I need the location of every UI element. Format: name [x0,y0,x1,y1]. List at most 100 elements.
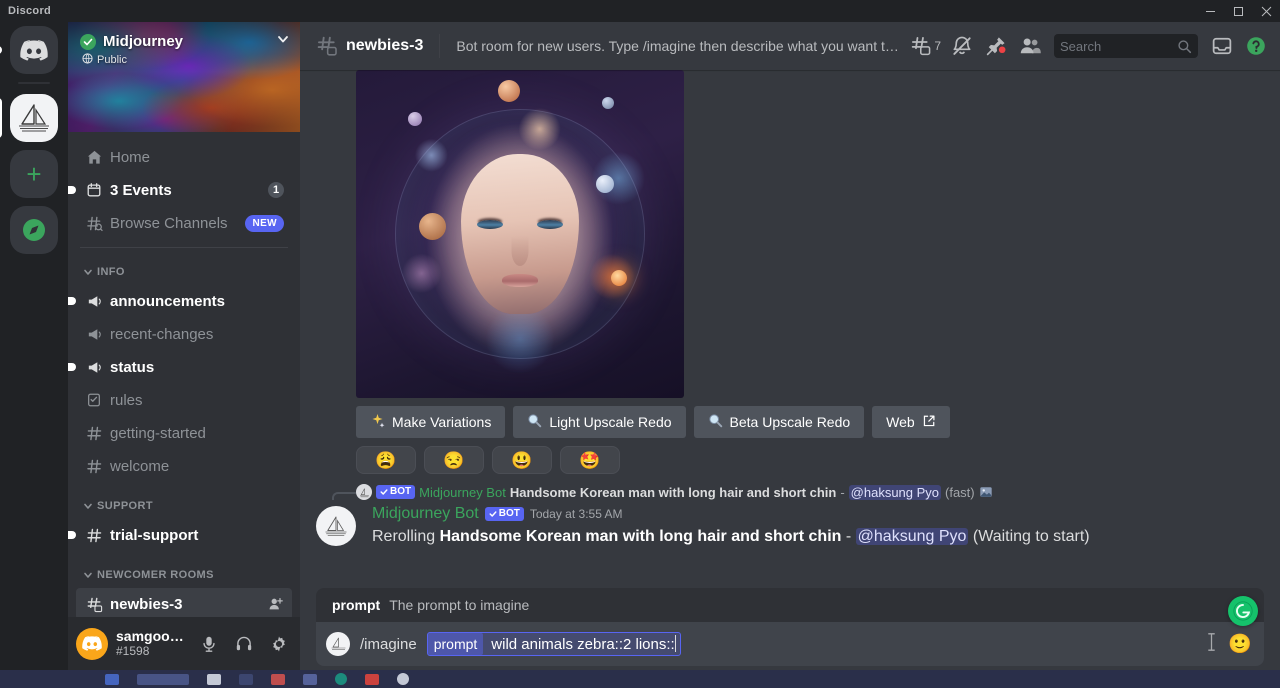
sidebar-item-announcements[interactable]: announcements [68,285,292,317]
sidebar-item-welcome[interactable]: welcome [76,450,292,482]
taskbar-icon[interactable] [239,673,253,685]
server-header[interactable]: Midjourney [80,32,290,51]
inbox-button[interactable] [1206,30,1238,62]
sidebar-item-browse-channels[interactable]: Browse Channels NEW [76,207,292,239]
image-mouth [502,274,538,287]
taskbar-icon[interactable] [271,673,285,685]
message-mention[interactable]: @haksung Pyo [855,527,969,545]
sidebar-item-announcements-label: announcements [110,292,226,310]
rail-item-server-midjourney[interactable] [0,94,58,142]
category-support[interactable]: SUPPORT [76,494,292,518]
user-panel: samgoodw... #1598 [68,617,300,670]
calendar-icon [84,182,104,198]
magnifier-icon [527,413,542,431]
close-button[interactable] [1252,0,1280,22]
taskbar-icon[interactable] [365,673,379,685]
channel-list: Home 3 Events 1 Browse Channels NEW INFO… [68,132,300,617]
message-body: Midjourney Bot BOT Today at 3:55 AM Rero… [372,504,1264,548]
sidebar-item-getting-started[interactable]: getting-started [76,417,292,449]
emoji-button[interactable]: 🙂 [1228,635,1252,654]
pinned-messages-button[interactable] [980,30,1012,62]
server-rail: + [0,22,68,670]
reply-suffix: (fast) [945,484,975,500]
sidebar-item-status[interactable]: status [68,351,292,383]
chat-area: newbies-3 Bot room for new users. Type /… [300,22,1280,670]
taskbar-icon[interactable] [137,673,189,685]
make-variations-button[interactable]: Make Variations [356,406,506,438]
help-button[interactable] [1240,30,1272,62]
midjourney-action-buttons: Make Variations Light Upscale Redo Beta … [300,398,1280,438]
avatar[interactable] [76,627,108,660]
threads-button[interactable]: 7 [907,30,944,62]
reply-prompt-text: Handsome Korean man with long hair and s… [509,484,837,500]
sidebar-item-recent-changes[interactable]: recent-changes [76,318,292,350]
header-divider [439,34,441,58]
channel-topic[interactable]: Bot room for new users. Type /imagine th… [456,38,899,54]
sidebar-item-rules[interactable]: rules [76,384,292,416]
header-actions: 7 [907,30,1272,62]
category-info[interactable]: INFO [76,260,292,284]
deafen-button[interactable] [230,628,257,660]
notification-settings-button[interactable] [946,30,978,62]
server-banner[interactable]: Midjourney Public [68,22,300,132]
message-list[interactable]: Make Variations Light Upscale Redo Beta … [300,70,1280,588]
rail-item-add-server[interactable]: + [10,150,58,198]
grammarly-icon[interactable] [1228,596,1258,626]
message[interactable]: Midjourney Bot BOT Today at 3:55 AM Rero… [300,502,1280,548]
search-field[interactable] [1060,38,1173,54]
taskbar-icon[interactable] [397,673,409,685]
image-orb [498,80,520,102]
minimize-button[interactable] [1196,0,1224,22]
generated-image[interactable] [356,70,684,398]
sidebar-item-events[interactable]: 3 Events 1 [68,174,292,206]
taskbar-icon[interactable] [207,673,221,685]
rail-item-explore-servers[interactable] [10,206,58,254]
server-privacy-label: Public [97,54,127,66]
reaction-star-struck[interactable]: 🤩 [560,446,620,474]
light-upscale-redo-label: Light Upscale Redo [549,414,672,430]
rail-item-discord-home[interactable] [0,26,58,74]
sidebar-item-trial-support[interactable]: trial-support [68,519,292,551]
verified-badge-icon [80,33,96,50]
web-button[interactable]: Web [872,406,950,438]
rules-icon [84,392,104,408]
user-settings-button[interactable] [265,628,292,660]
reaction-unamused[interactable]: 😒 [424,446,484,474]
sparkles-icon [370,413,385,431]
mute-microphone-button[interactable] [195,628,222,660]
reply-context[interactable]: BOT Midjourney Bot Handsome Korean man w… [300,474,1280,500]
taskbar-icon[interactable] [105,673,119,685]
sidebar-item-home[interactable]: Home [76,141,292,173]
command-argument-chip[interactable]: prompt wild animals zebra::2 lions:: [426,632,681,656]
maximize-button[interactable] [1224,0,1252,22]
message-author[interactable]: Midjourney Bot [372,504,479,525]
announcement-icon [84,293,104,310]
sidebar-item-newbies-3[interactable]: newbies-3 [76,588,292,617]
avatar[interactable] [316,506,356,546]
beta-upscale-redo-button[interactable]: Beta Upscale Redo [693,406,865,438]
command-arg-key: prompt [427,633,484,655]
reply-author[interactable]: Midjourney Bot [419,485,506,500]
reaction-weary[interactable]: 😩 [356,446,416,474]
search-input[interactable] [1054,34,1198,58]
message-composer[interactable]: /imagine prompt wild animals zebra::2 li… [316,622,1264,666]
reaction-grinning[interactable]: 😃 [492,446,552,474]
chevron-down-icon[interactable] [276,32,290,51]
plus-icon: + [10,150,58,198]
category-newcomer-rooms[interactable]: NEWCOMER ROOMS [76,563,292,587]
category-info-label: INFO [97,266,125,278]
taskbar-icon[interactable] [335,673,347,685]
reply-mention[interactable]: @haksung Pyo [848,484,942,500]
command-arg-value[interactable]: wild animals zebra::2 lions:: [483,635,677,653]
add-member-icon[interactable] [268,596,284,612]
unread-dot [68,186,76,194]
reaction-buttons: 😩 😒 😃 🤩 [300,438,1280,474]
image-icon [979,485,993,499]
message-prefix: Rerolling [372,527,436,545]
member-list-button[interactable] [1014,30,1046,62]
bot-badge: BOT [484,507,524,522]
taskbar-icon[interactable] [303,673,317,685]
light-upscale-redo-button[interactable]: Light Upscale Redo [513,406,686,438]
command-argument-hint: prompt The prompt to imagine [316,588,1264,622]
generated-image-wrapper[interactable] [300,70,1280,398]
